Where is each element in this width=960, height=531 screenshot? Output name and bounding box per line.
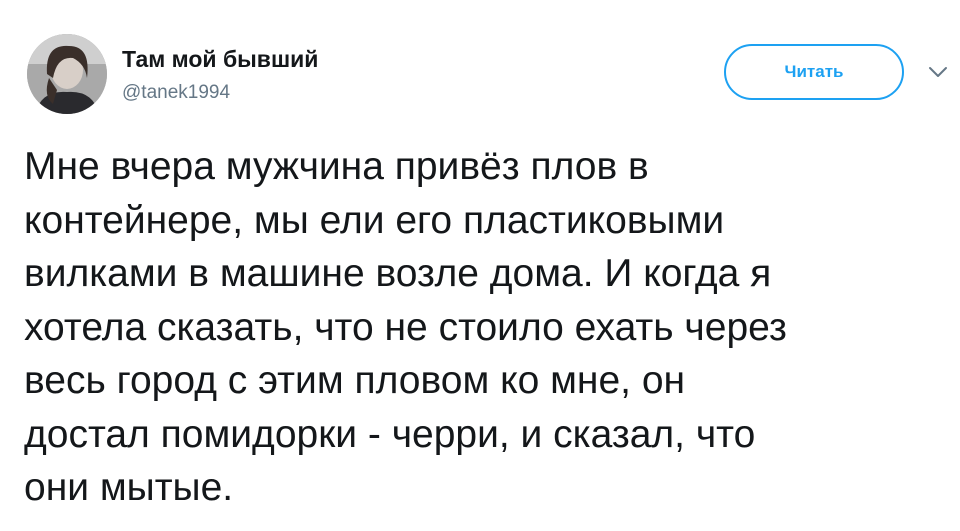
display-name[interactable]: Там мой бывший [122,46,318,73]
tweet-text-line: Мне вчера мужчина привёз плов в [24,145,649,188]
tweet-card: Там мой бывший @tanek1994 Читать Мне вче… [0,0,960,531]
tweet-text-line: контейнере, мы ели его пластиковыми [24,198,725,242]
chevron-down-icon [929,67,947,77]
tweet-text-line: достал помидорки - черри, и сказал, что [24,412,756,456]
avatar[interactable] [27,34,107,114]
follow-button[interactable]: Читать [724,44,904,100]
user-handle[interactable]: @tanek1994 [122,82,230,104]
tweet-text: Мне вчера мужчина привёз плов в контейне… [24,140,944,515]
tweet-text-line: вилками в машине возле дома. И когда я [24,252,772,295]
user-avatar-photo-icon [27,34,107,114]
tweet-menu-button[interactable] [927,64,949,80]
tweet-text-line: они мытые. [24,466,234,509]
tweet-text-line: хотела сказать, что не стоило ехать чере… [24,305,787,349]
tweet-text-line: весь город с этим пловом ко мне, он [24,359,686,402]
